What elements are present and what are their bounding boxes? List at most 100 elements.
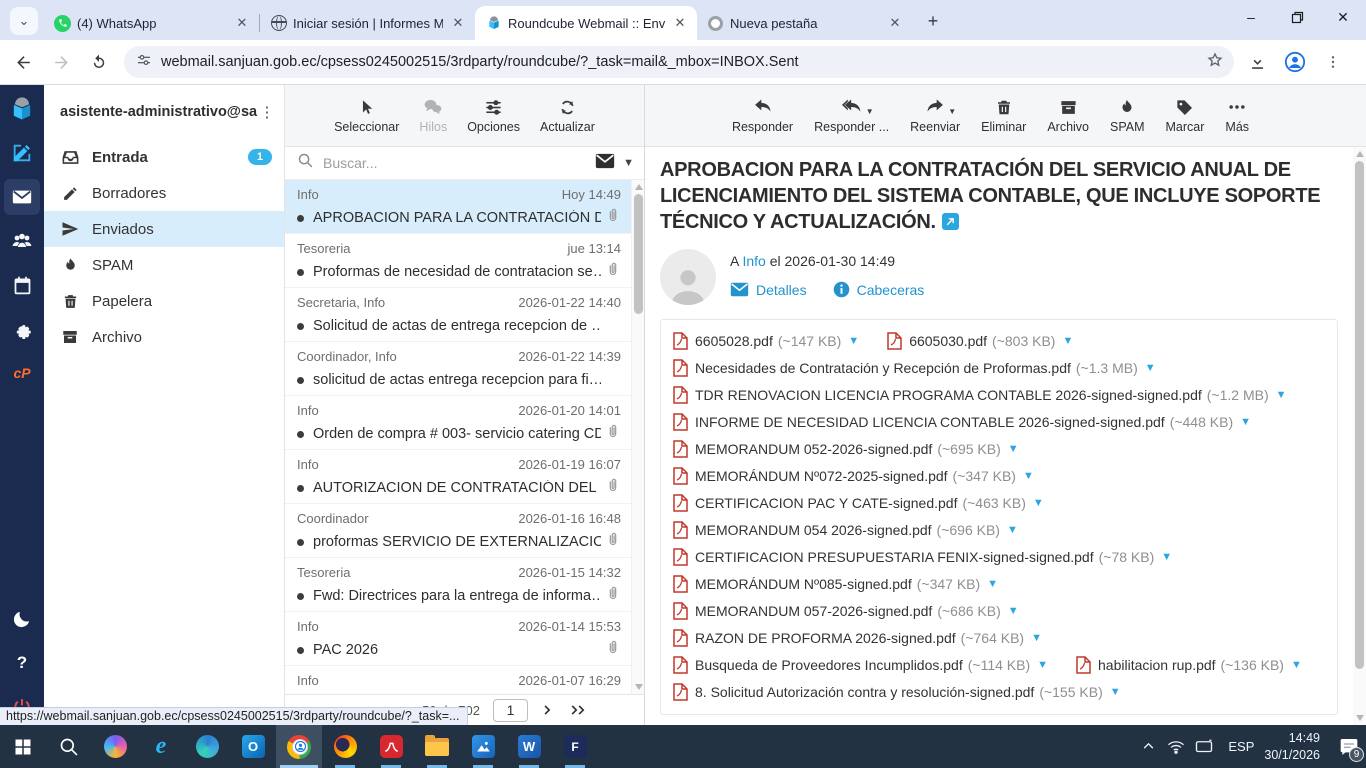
attachment-menu-caret-icon[interactable]: ▼ (1008, 443, 1019, 455)
refresh-button[interactable]: Actualizar (536, 97, 599, 134)
threads-button[interactable]: Hilos (415, 97, 451, 134)
delete-button[interactable]: Eliminar (977, 97, 1030, 134)
message-list-item[interactable]: Info 2026-01-14 15:53 PAC 2026 (285, 612, 631, 666)
internet-explorer-icon[interactable]: e (138, 725, 184, 768)
message-list-item[interactable]: Secretaria, Info 2026-01-22 14:40 Solici… (285, 288, 631, 342)
cpanel-icon[interactable]: cP (4, 355, 40, 391)
edge-icon[interactable] (184, 725, 230, 768)
attachment-item[interactable]: MEMORÁNDUM Nº072-2025-signed.pdf (~347 K… (673, 467, 1034, 485)
search-input[interactable] (323, 155, 595, 171)
tab-close-icon[interactable]: ✕ (671, 14, 689, 32)
chrome-taskbar-icon[interactable] (276, 725, 322, 768)
attachment-menu-caret-icon[interactable]: ▼ (1276, 389, 1287, 401)
headers-link[interactable]: Cabeceras (833, 281, 925, 298)
search-options-chevron-icon[interactable]: ▼ (623, 157, 634, 169)
select-button[interactable]: Seleccionar (330, 97, 403, 134)
back-icon[interactable] (8, 47, 38, 77)
attachment-menu-caret-icon[interactable]: ▼ (1145, 362, 1156, 374)
options-button[interactable]: Opciones (463, 97, 524, 134)
attachment-menu-caret-icon[interactable]: ▼ (1033, 497, 1044, 509)
attachment-menu-caret-icon[interactable]: ▼ (1007, 524, 1018, 536)
profile-avatar-icon[interactable] (1280, 47, 1310, 77)
reply-all-button[interactable]: ▼ Responder ... (810, 97, 893, 134)
message-list-item[interactable]: Coordinador 2026-01-16 16:48 proformas S… (285, 504, 631, 558)
word-icon[interactable]: W (506, 725, 552, 768)
tab-close-icon[interactable]: ✕ (449, 14, 467, 32)
roundcube-logo-icon[interactable] (4, 91, 40, 127)
firefox-icon[interactable] (322, 725, 368, 768)
message-list-item[interactable]: Info 2026-01-20 14:01 Orden de compra # … (285, 396, 631, 450)
bookmark-star-icon[interactable] (1206, 51, 1224, 74)
outlook-icon[interactable]: O (230, 725, 276, 768)
tab-roundcube-active[interactable]: Roundcube Webmail :: Enviado ✕ (475, 6, 697, 40)
search-scope-mail-icon[interactable] (595, 153, 615, 174)
help-icon[interactable]: ? (4, 645, 40, 681)
unread-dot-icon[interactable] (297, 323, 304, 330)
folder-borradores[interactable]: Borradores (44, 175, 284, 211)
attachment-menu-caret-icon[interactable]: ▼ (1037, 659, 1048, 671)
restore-button[interactable] (1274, 0, 1320, 34)
unread-dot-icon[interactable] (297, 539, 304, 546)
attachment-item[interactable]: MEMORÁNDUM Nº085-signed.pdf (~347 KB) ▼ (673, 575, 998, 593)
notification-center-icon[interactable]: 9 (1332, 725, 1366, 768)
reading-pane-scrollbar[interactable] (1353, 147, 1366, 725)
tab-close-icon[interactable]: ✕ (886, 14, 904, 32)
tab-close-icon[interactable]: ✕ (233, 14, 251, 32)
tab-nueva-pestana[interactable]: Nueva pestaña ✕ (697, 6, 912, 40)
attachment-item[interactable]: INFORME DE NECESIDAD LICENCIA CONTABLE 2… (673, 413, 1251, 431)
folder-entrada[interactable]: Entrada 1 (44, 139, 284, 175)
close-button[interactable]: ✕ (1320, 0, 1366, 34)
copilot-icon[interactable] (92, 725, 138, 768)
attachment-item[interactable]: TDR RENOVACION LICENCIA PROGRAMA CONTABL… (673, 386, 1287, 404)
attachment-item[interactable]: RAZON DE PROFORMA 2026-signed.pdf (~764 … (673, 629, 1042, 647)
photos-icon[interactable] (460, 725, 506, 768)
attachment-item[interactable]: habilitacion rup.pdf (~136 KB) ▼ (1076, 656, 1302, 674)
site-info-icon[interactable] (136, 52, 152, 73)
clock[interactable]: 14:49 30/1/2026 (1264, 730, 1320, 763)
mark-button[interactable]: Marcar (1162, 97, 1209, 134)
more-button[interactable]: Más (1221, 97, 1253, 134)
unread-dot-icon[interactable] (297, 269, 304, 276)
url-text[interactable]: webmail.sanjuan.gob.ec/cpsess0245002515/… (161, 54, 1206, 70)
downloads-icon[interactable] (1242, 47, 1272, 77)
tab-search-button[interactable]: ⌄ (10, 7, 38, 35)
last-page-icon[interactable] (568, 703, 588, 717)
display-cast-icon[interactable] (1190, 739, 1218, 755)
message-list-item[interactable]: Tesoreria jue 13:14 Proformas de necesid… (285, 234, 631, 288)
attachment-item[interactable]: Busqueda de Proveedores Incumplidos.pdf … (673, 656, 1048, 674)
forward-icon[interactable] (46, 47, 76, 77)
folder-spam[interactable]: SPAM (44, 247, 284, 283)
attachment-item[interactable]: CERTIFICACION PRESUPUESTARIA FENIX-signe… (673, 548, 1172, 566)
tab-whatsapp[interactable]: (4) WhatsApp ✕ (44, 6, 259, 40)
attachment-item[interactable]: MEMORANDUM 054 2026-signed.pdf (~696 KB)… (673, 521, 1018, 539)
unread-dot-icon[interactable] (297, 485, 304, 492)
start-button[interactable] (0, 725, 46, 768)
attachment-menu-caret-icon[interactable]: ▼ (1110, 686, 1121, 698)
browser-menu-icon[interactable] (1318, 47, 1348, 77)
folder-enviados[interactable]: Enviados (44, 211, 284, 247)
next-page-icon[interactable] (541, 703, 555, 717)
wifi-icon[interactable] (1162, 738, 1190, 756)
attachment-menu-caret-icon[interactable]: ▼ (987, 578, 998, 590)
attachment-item[interactable]: MEMORANDUM 052-2026-signed.pdf (~695 KB)… (673, 440, 1019, 458)
address-bar[interactable]: webmail.sanjuan.gob.ec/cpsess0245002515/… (124, 46, 1234, 78)
account-menu-icon[interactable]: ⋮ (258, 103, 276, 121)
page-number-box[interactable]: 1 (493, 699, 528, 722)
message-list-item[interactable]: Coordinador, Info 2026-01-22 14:39 solic… (285, 342, 631, 396)
forward-button[interactable]: ▼ Reenviar (906, 97, 964, 134)
attachment-item[interactable]: 8. Solicitud Autorización contra y resol… (673, 683, 1121, 701)
tray-chevron-icon[interactable] (1134, 740, 1162, 753)
taskbar-search-icon[interactable] (46, 725, 92, 768)
attachment-menu-caret-icon[interactable]: ▼ (1062, 335, 1073, 347)
unread-dot-icon[interactable] (297, 215, 304, 222)
unread-dot-icon[interactable] (297, 593, 304, 600)
message-list-item[interactable]: Tesoreria 2026-01-15 14:32 Fwd: Directri… (285, 558, 631, 612)
tab-informes[interactable]: Iniciar sesión | Informes Mensua ✕ (260, 6, 475, 40)
list-scrollbar[interactable] (631, 180, 644, 694)
attachment-menu-caret-icon[interactable]: ▼ (1240, 416, 1251, 428)
calendar-icon[interactable] (4, 267, 40, 303)
attachment-menu-caret-icon[interactable]: ▼ (1031, 632, 1042, 644)
unread-dot-icon[interactable] (297, 377, 304, 384)
details-link[interactable]: Detalles (730, 282, 807, 298)
unread-dot-icon[interactable] (297, 647, 304, 654)
